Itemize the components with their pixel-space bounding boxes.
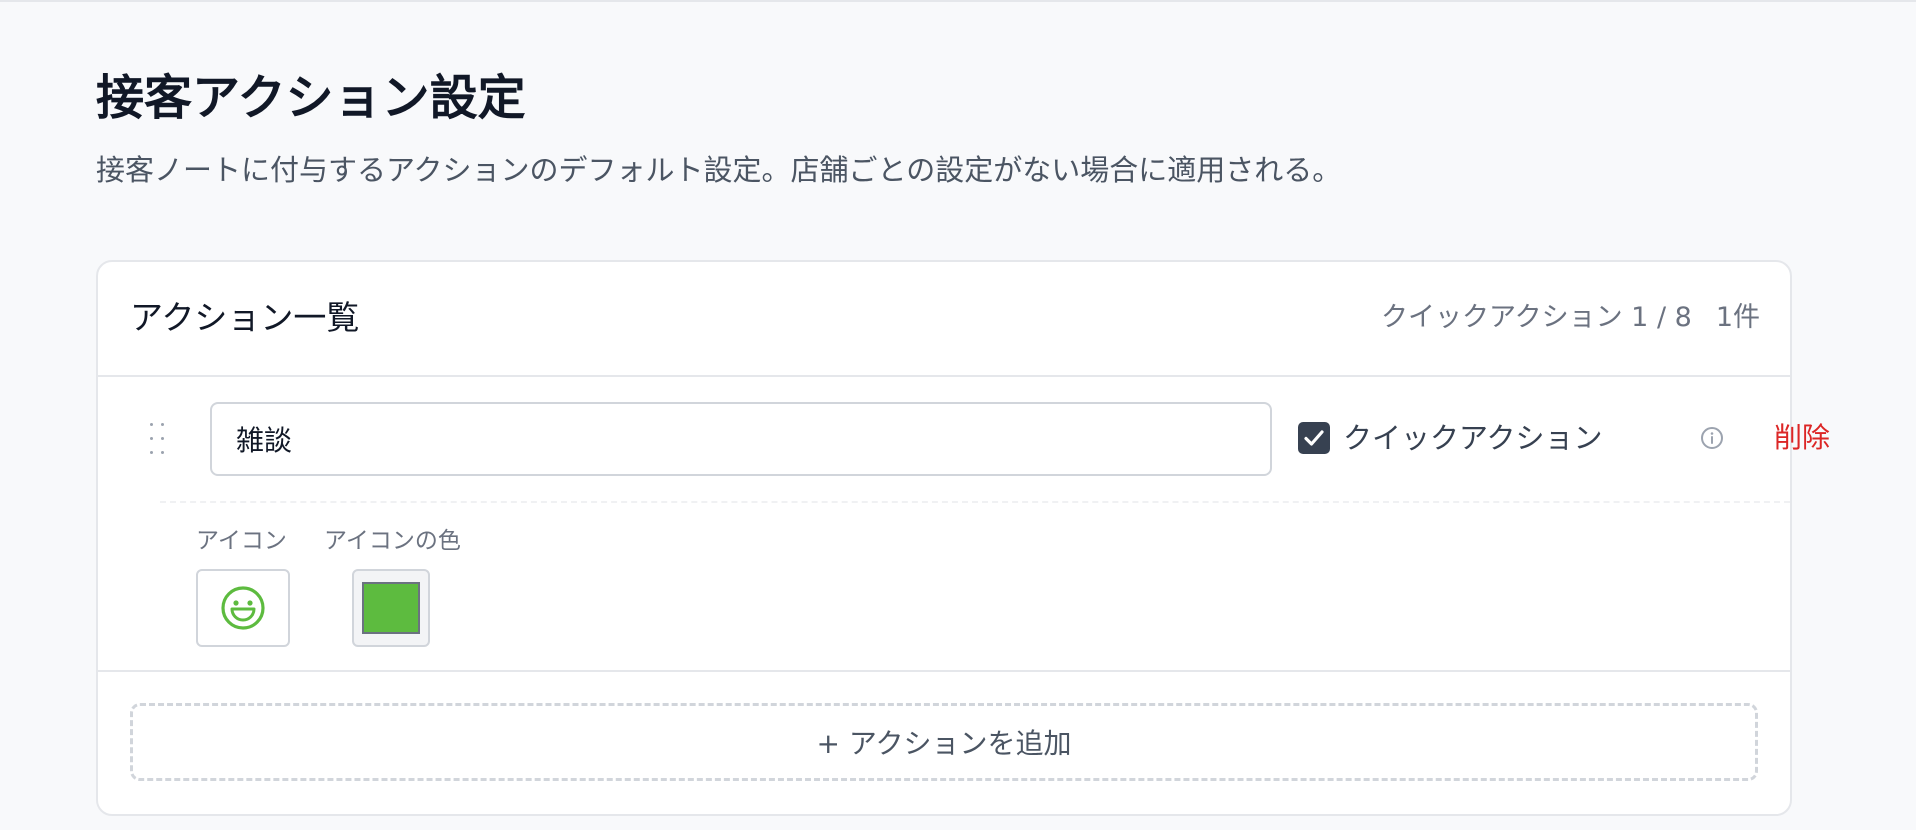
total-count: 1件 — [1715, 302, 1760, 333]
grin-face-icon — [221, 586, 265, 630]
add-action-button[interactable]: + アクションを追加 — [130, 703, 1758, 781]
icon-picker-button[interactable] — [196, 569, 290, 647]
delete-button[interactable]: 削除 — [1774, 415, 1830, 461]
page-title: 接客アクション設定 — [96, 70, 526, 126]
icon-label: アイコン — [196, 528, 287, 554]
color-swatch — [362, 582, 420, 634]
card-title: アクション一覧 — [130, 298, 360, 337]
icon-color-label: アイコンの色 — [324, 528, 461, 554]
drag-handle-icon[interactable] — [148, 421, 168, 457]
row-divider — [160, 501, 1790, 503]
card-meta: クイックアクション 1 / 8 1件 — [1381, 298, 1760, 338]
page-description: 接客ノートに付与するアクションのデフォルト設定。店舗ごとの設定がない場合に適用さ… — [96, 153, 1342, 187]
action-name-input[interactable] — [210, 402, 1272, 476]
quick-action-label[interactable]: クイックアクション — [1343, 415, 1603, 461]
quick-action-checkbox[interactable] — [1298, 422, 1330, 454]
info-icon[interactable] — [1700, 426, 1724, 450]
card-header: アクション一覧 クイックアクション 1 / 8 1件 — [98, 262, 1790, 377]
icon-color-picker[interactable] — [352, 569, 430, 647]
quick-action-count: クイックアクション 1 / 8 — [1380, 302, 1692, 333]
action-row: クイックアクション 削除 アイコン アイコンの色 — [98, 377, 1830, 672]
actions-card: アクション一覧 クイックアクション 1 / 8 1件 クイックアクション — [96, 260, 1830, 816]
checkmark-icon — [1304, 430, 1324, 446]
